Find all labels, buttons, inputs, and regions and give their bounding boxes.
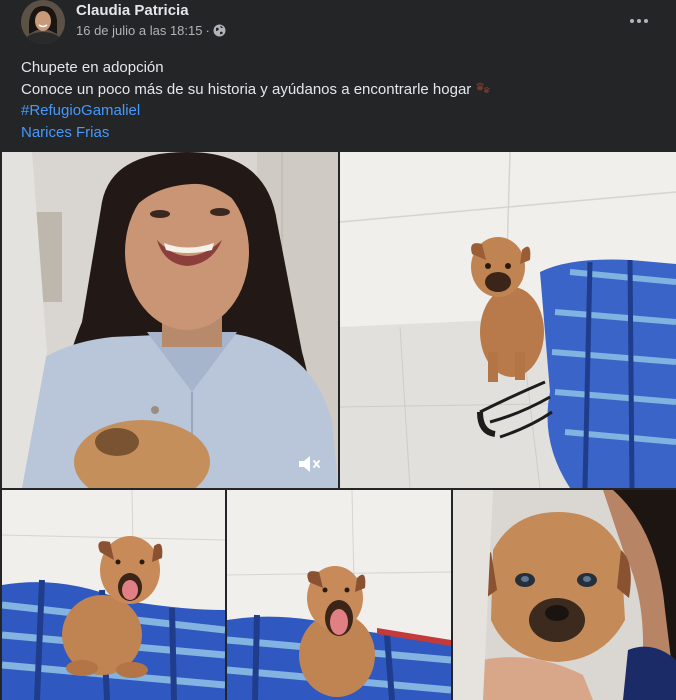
- post-text-line-1: Chupete en adopción: [21, 59, 164, 76]
- puppy-yawning-closeup-photo: [227, 490, 451, 700]
- globe-icon[interactable]: [213, 24, 226, 37]
- puppy-photo-1[interactable]: [340, 152, 676, 488]
- post-header: Claudia Patricia 16 de julio a las 18:15…: [0, 0, 676, 48]
- woman-photo: [2, 152, 338, 488]
- puppy-sitting-photo: [340, 152, 676, 488]
- avatar-image: [21, 0, 65, 44]
- post-text: Chupete en adopción Conoce un poco más d…: [21, 57, 491, 143]
- hashtag-link[interactable]: #RefugioGamaliel: [21, 100, 491, 122]
- muted-speaker-icon[interactable]: [296, 452, 324, 476]
- paw-prints-icon: [475, 79, 491, 101]
- video-thumbnail[interactable]: [2, 152, 338, 488]
- post-text-line-2-content: Conoce un poco más de su historia y ayúd…: [21, 80, 472, 98]
- meta-separator: ·: [205, 23, 210, 38]
- puppy-face-closeup-photo: [453, 490, 676, 700]
- author-name[interactable]: Claudia Patricia: [76, 2, 189, 19]
- author-avatar[interactable]: [21, 0, 65, 44]
- media-grid: [0, 152, 676, 700]
- facebook-post: Claudia Patricia 16 de julio a las 18:15…: [0, 0, 676, 700]
- puppy-photo-3[interactable]: [227, 490, 451, 700]
- more-options-icon[interactable]: [624, 12, 654, 30]
- puppy-yawning-photo: [2, 490, 225, 700]
- puppy-photo-4[interactable]: [453, 490, 676, 700]
- post-text-line-2: Conoce un poco más de su historia y ayúd…: [21, 79, 491, 101]
- puppy-photo-2[interactable]: [2, 490, 225, 700]
- post-meta: 16 de julio a las 18:15 ·: [76, 23, 226, 38]
- post-timestamp[interactable]: 16 de julio a las 18:15: [76, 23, 202, 38]
- page-tag-link[interactable]: Narices Frias: [21, 122, 491, 144]
